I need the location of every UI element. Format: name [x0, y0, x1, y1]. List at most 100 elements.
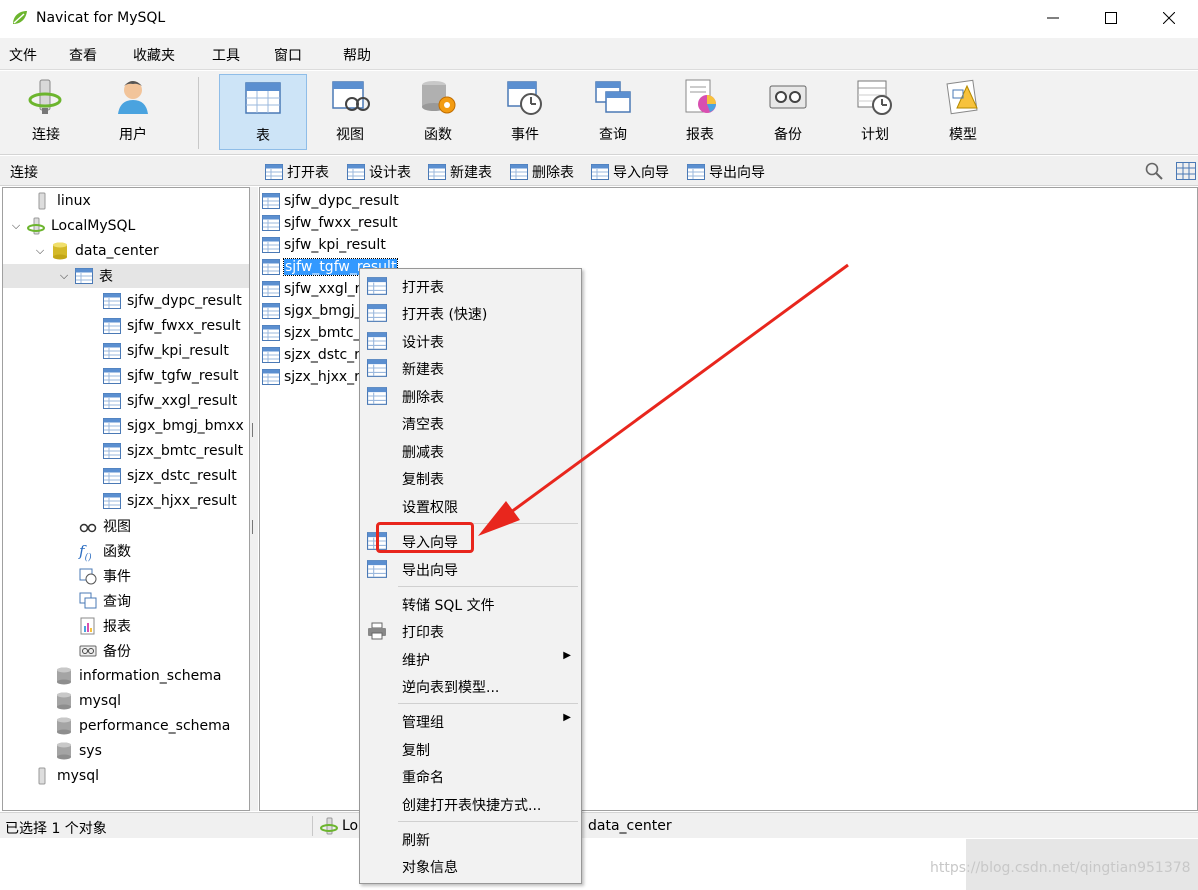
object-table-item[interactable]: sjzx_hjxx_re: [262, 366, 368, 388]
menu-file[interactable]: 文件: [9, 45, 37, 65]
object-table-item[interactable]: sjzx_dstc_r: [262, 344, 360, 366]
tree-database-data-center[interactable]: ⌵ data_center: [33, 239, 159, 263]
close-button[interactable]: [1140, 0, 1198, 36]
tree-connection-linux[interactable]: linux: [15, 189, 91, 213]
object-table-item[interactable]: sjfw_xxgl_r: [262, 278, 360, 300]
minimize-button[interactable]: [1024, 0, 1082, 36]
toolbar-table-button[interactable]: 表: [219, 74, 307, 150]
tree-connection-mysql[interactable]: mysql: [33, 764, 99, 788]
tree-reports-group[interactable]: 报表: [79, 614, 131, 638]
maximize-button[interactable]: [1082, 0, 1140, 36]
import-wizard-button[interactable]: 导入向导: [591, 161, 669, 183]
ctx-maintain[interactable]: 维护 ▶: [360, 646, 581, 672]
tree-table-item[interactable]: sjzx_bmtc_result: [103, 439, 243, 463]
ctx-print-table[interactable]: 打印表: [360, 618, 581, 644]
expand-chevron-icon[interactable]: ⌵: [33, 244, 47, 258]
toolbar-function-button[interactable]: 函数: [394, 74, 482, 150]
toolbar-user-button[interactable]: 用户: [89, 74, 177, 150]
ctx-reverse-to-model[interactable]: 逆向表到模型...: [360, 673, 581, 699]
menu-bar: 文件 查看 收藏夹 工具 窗口 帮助: [0, 38, 1198, 70]
toolbar-schedule-button[interactable]: 计划: [831, 74, 919, 150]
toolbar-view-button[interactable]: 视图: [306, 74, 394, 150]
ctx-refresh[interactable]: 刷新: [360, 826, 581, 852]
open-table-button[interactable]: 打开表: [265, 161, 329, 183]
object-table-item[interactable]: sjgx_bmgj_: [262, 300, 362, 322]
tree-table-item[interactable]: sjfw_dypc_result: [103, 289, 242, 313]
model-icon: [946, 79, 978, 115]
object-table-item[interactable]: sjfw_kpi_result: [262, 234, 386, 256]
search-icon[interactable]: [1145, 162, 1163, 180]
status-divider: [312, 816, 313, 836]
design-table-button[interactable]: 设计表: [347, 161, 411, 183]
table-icon: [262, 215, 280, 231]
menu-help[interactable]: 帮助: [343, 45, 371, 65]
ctx-create-shortcut[interactable]: 创建打开表快捷方式...: [360, 791, 581, 817]
ctx-truncate-table[interactable]: 删减表: [360, 438, 581, 464]
grid-view-icon[interactable]: [1176, 162, 1196, 180]
toolbar-event-button[interactable]: 事件: [481, 74, 569, 150]
tree-queries-group[interactable]: 查询: [79, 589, 131, 613]
tree-database-item[interactable]: performance_schema: [55, 714, 230, 738]
ctx-design-table[interactable]: 设计表: [360, 328, 581, 354]
expand-chevron-icon[interactable]: ⌵: [57, 269, 71, 283]
tree-label: sys: [79, 743, 102, 759]
tree-database-item[interactable]: information_schema: [55, 664, 222, 688]
table-icon: [262, 303, 280, 319]
toolbar-report-button[interactable]: 报表: [656, 74, 744, 150]
ctx-new-table[interactable]: 新建表: [360, 355, 581, 381]
menu-favorites[interactable]: 收藏夹: [133, 45, 175, 65]
toolbar-query-button[interactable]: 查询: [569, 74, 657, 150]
new-table-button[interactable]: 新建表: [428, 161, 492, 183]
ctx-delete-table[interactable]: 删除表: [360, 383, 581, 409]
object-table-item[interactable]: sjzx_bmtc_: [262, 322, 361, 344]
tree-database-item[interactable]: sys: [55, 739, 102, 763]
pane-splitter[interactable]: [250, 187, 258, 811]
tree-table-item[interactable]: sjfw_kpi_result: [103, 339, 229, 363]
ctx-duplicate-table[interactable]: 复制表: [360, 465, 581, 491]
delete-table-button[interactable]: 删除表: [510, 161, 574, 183]
toolbar-backup-button[interactable]: 备份: [744, 74, 832, 150]
tree-table-item[interactable]: sjzx_dstc_result: [103, 464, 237, 488]
object-table-item[interactable]: sjfw_fwxx_result: [262, 212, 398, 234]
menu-view[interactable]: 查看: [69, 45, 97, 65]
tree-label: sjzx_dstc_result: [127, 468, 237, 484]
object-table-item[interactable]: sjfw_dypc_result: [262, 190, 399, 212]
tree-table-item[interactable]: sjfw_xxgl_result: [103, 389, 237, 413]
tree-views-group[interactable]: 视图: [79, 514, 131, 538]
delete-table-icon: [510, 164, 528, 180]
menu-label: 新建表: [402, 362, 444, 378]
ctx-empty-table[interactable]: 清空表: [360, 410, 581, 436]
ctx-copy[interactable]: 复制: [360, 736, 581, 762]
tree-table-item[interactable]: sjfw_tgfw_result: [103, 364, 238, 388]
tree-table-item[interactable]: sjzx_hjxx_result: [103, 489, 237, 513]
expand-chevron-icon[interactable]: ⌵: [9, 219, 23, 233]
toolbar-model-button[interactable]: 模型: [919, 74, 1007, 150]
export-wizard-button[interactable]: 导出向导: [687, 161, 765, 183]
tree-label: 视图: [103, 519, 131, 535]
ctx-rename[interactable]: 重命名: [360, 763, 581, 789]
ctx-object-info[interactable]: 对象信息: [360, 853, 581, 879]
toolbar-label: 表: [256, 128, 270, 144]
tree-backups-group[interactable]: 备份: [79, 639, 131, 663]
user-icon: [118, 81, 148, 114]
tree-table-item[interactable]: sjgx_bmgj_bmxx: [103, 414, 244, 438]
tree-connection-localmysql[interactable]: ⌵ LocalMySQL: [9, 214, 135, 238]
toolbar-connection-button[interactable]: 连接: [2, 74, 90, 150]
ctx-open-table[interactable]: 打开表: [360, 273, 581, 299]
menu-window[interactable]: 窗口: [274, 45, 302, 65]
toolbar-label: 事件: [511, 127, 539, 143]
ctx-dump-sql[interactable]: 转储 SQL 文件: [360, 591, 581, 617]
ctx-manage-group[interactable]: 管理组 ▶: [360, 708, 581, 734]
tree-functions-group[interactable]: f() 函数: [79, 539, 131, 563]
menu-label: 复制表: [402, 472, 444, 488]
tree-label: sjfw_xxgl_result: [127, 393, 238, 409]
function-icon: [422, 81, 456, 114]
tree-database-item[interactable]: mysql: [55, 689, 121, 713]
tree-table-item[interactable]: sjfw_fwxx_result: [103, 314, 241, 338]
tree-tables-group[interactable]: ⌵ 表: [3, 264, 249, 288]
ctx-open-table-quick[interactable]: 打开表 (快速): [360, 300, 581, 326]
ctx-export-wizard[interactable]: 导出向导: [360, 556, 581, 582]
ctx-set-permissions[interactable]: 设置权限: [360, 493, 581, 519]
tree-events-group[interactable]: 事件: [79, 564, 131, 588]
menu-tools[interactable]: 工具: [212, 45, 240, 65]
